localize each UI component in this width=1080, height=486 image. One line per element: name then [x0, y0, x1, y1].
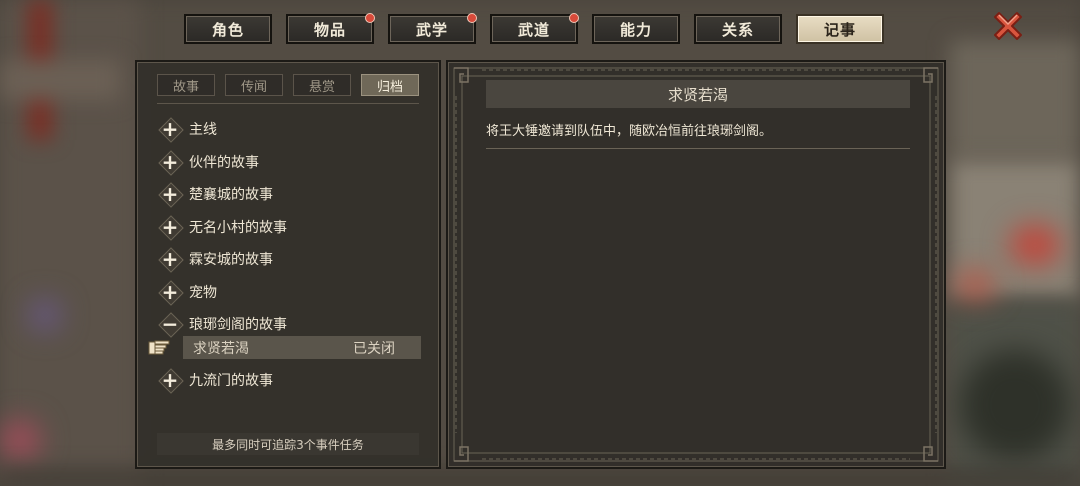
- quest-group-linan[interactable]: + 霖安城的故事: [159, 246, 273, 272]
- expand-plus-icon[interactable]: +: [159, 216, 181, 238]
- pointing-hand-icon: [148, 340, 170, 355]
- quest-group-chuxiang[interactable]: + 楚襄城的故事: [159, 181, 273, 207]
- quest-group-label: 无名小村的故事: [189, 220, 287, 236]
- quest-detail-title: 求贤若渴: [486, 80, 910, 108]
- tracking-limit-note: 最多同时可追踪3个事件任务: [157, 433, 419, 455]
- quest-group-nameless-village[interactable]: + 无名小村的故事: [159, 214, 287, 240]
- quest-group-label: 楚襄城的故事: [189, 187, 273, 203]
- quest-group-label: 九流门的故事: [189, 373, 273, 389]
- quest-group-companions[interactable]: + 伙伴的故事: [159, 149, 259, 175]
- quest-group-label: 琅琊剑阁的故事: [189, 317, 287, 333]
- tab-label: 能力: [619, 20, 652, 39]
- close-button[interactable]: [990, 8, 1026, 44]
- subtab-archive[interactable]: 归档: [361, 74, 419, 96]
- tab-label: 关系: [721, 20, 754, 39]
- subtab-rumors[interactable]: 传闻: [225, 74, 283, 96]
- collapse-minus-icon[interactable]: −: [159, 313, 181, 335]
- journal-subtabs: 故事 传闻 悬赏 归档: [157, 74, 419, 96]
- tab-journal[interactable]: 记事: [796, 14, 884, 44]
- subtab-label: 悬赏: [308, 79, 335, 95]
- quest-detail-description: 将王大锤邀请到队伍中，随欧冶恒前往琅琊剑阁。: [486, 124, 773, 139]
- tab-items[interactable]: 物品: [286, 13, 375, 44]
- tab-martial-way[interactable]: 武道: [490, 13, 579, 44]
- expand-plus-icon[interactable]: +: [159, 183, 181, 205]
- tab-character[interactable]: 角色: [184, 14, 272, 44]
- quest-group-label: 伙伴的故事: [189, 155, 259, 171]
- quest-group-label: 霖安城的故事: [189, 252, 273, 268]
- expand-plus-icon[interactable]: +: [159, 281, 181, 303]
- tab-martial-arts[interactable]: 武学: [388, 13, 477, 44]
- tab-label: 记事: [823, 20, 856, 39]
- subtab-label: 故事: [172, 79, 199, 95]
- expand-plus-icon[interactable]: +: [159, 151, 181, 173]
- tab-abilities[interactable]: 能力: [592, 14, 680, 44]
- subtab-story[interactable]: 故事: [157, 74, 215, 96]
- expand-plus-icon[interactable]: +: [159, 248, 181, 270]
- quest-group-langya[interactable]: − 琅琊剑阁的故事: [159, 311, 287, 337]
- divider: [157, 103, 419, 104]
- quest-entry-status: 已关闭: [353, 340, 395, 357]
- quest-group-label: 主线: [189, 122, 217, 138]
- quest-group-jiuliu[interactable]: + 九流门的故事: [159, 367, 273, 393]
- divider: [486, 148, 910, 149]
- notification-badge-icon: [569, 13, 579, 23]
- quest-entry-selected[interactable]: 求贤若渴 已关闭: [183, 336, 421, 359]
- expand-plus-icon[interactable]: +: [159, 118, 181, 140]
- quest-list-panel: 故事 传闻 悬赏 归档 + 主线 + 伙伴的故事 + 楚襄城的故事 + 无名小村…: [135, 60, 441, 469]
- notification-badge-icon: [467, 13, 477, 23]
- quest-detail-panel: 求贤若渴 将王大锤邀请到队伍中，随欧冶恒前往琅琊剑阁。: [446, 60, 946, 469]
- expand-plus-icon[interactable]: +: [159, 369, 181, 391]
- tab-label: 角色: [211, 20, 244, 39]
- notification-badge-icon: [365, 13, 375, 23]
- quest-group-pets[interactable]: + 宠物: [159, 279, 217, 305]
- tab-label: 武道: [517, 20, 550, 39]
- quest-entry-name: 求贤若渴: [193, 340, 249, 357]
- tab-label: 物品: [313, 20, 346, 39]
- subtab-label: 传闻: [240, 79, 267, 95]
- subtab-bounty[interactable]: 悬赏: [293, 74, 351, 96]
- tab-label: 武学: [415, 20, 448, 39]
- tab-relations[interactable]: 关系: [694, 14, 782, 44]
- close-icon: [994, 12, 1022, 40]
- quest-group-label: 宠物: [189, 285, 217, 301]
- main-tab-bar: 角色 物品 武学 武道 能力 关系 记事: [184, 13, 884, 44]
- quest-group-main[interactable]: + 主线: [159, 116, 217, 142]
- subtab-label: 归档: [376, 79, 403, 95]
